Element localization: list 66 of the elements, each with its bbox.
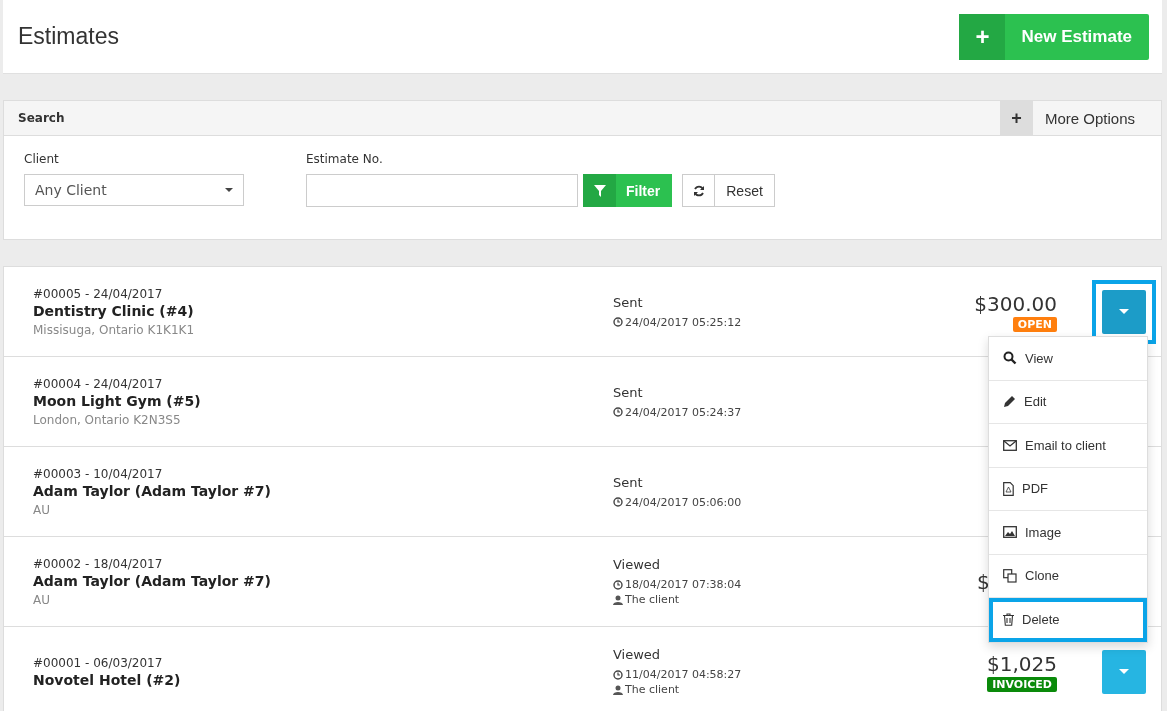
clock-icon xyxy=(613,497,623,507)
client-name[interactable]: Adam Taylor (Adam Taylor #7) xyxy=(33,572,613,589)
menu-item[interactable]: Image xyxy=(989,511,1147,555)
actions-dropdown-button[interactable] xyxy=(1102,649,1146,694)
clock-icon xyxy=(613,407,623,417)
menu-item[interactable]: Clone xyxy=(989,554,1147,598)
status-text: Sent xyxy=(613,294,643,310)
status-text: Sent xyxy=(613,474,643,490)
document-icon xyxy=(1003,481,1014,496)
client-name[interactable]: Adam Taylor (Adam Taylor #7) xyxy=(33,482,613,499)
client-address: AU xyxy=(33,592,51,607)
menu-item[interactable]: Delete xyxy=(989,598,1147,642)
client-label: Client xyxy=(24,152,60,166)
status-time: 11/04/2017 04:58:27 xyxy=(625,668,742,681)
clock-icon xyxy=(613,579,623,590)
actions-dropdown-button[interactable] xyxy=(1102,289,1146,334)
viewer-name: The client xyxy=(625,683,680,696)
search-icon xyxy=(1003,351,1017,366)
trash-icon xyxy=(1003,612,1014,626)
image-icon xyxy=(1003,526,1017,539)
clock-icon xyxy=(613,317,623,327)
estimate-number: #00002 - 18/04/2017 xyxy=(33,556,164,571)
caret-icon xyxy=(1119,308,1129,315)
more-options-button[interactable]: + More Options xyxy=(999,101,1161,135)
estimate-number: #00004 - 24/04/2017 xyxy=(33,376,164,391)
status-time: 24/04/2017 05:24:37 xyxy=(625,405,742,419)
menu-item[interactable]: PDF xyxy=(989,467,1147,511)
status-text: Viewed xyxy=(613,647,661,662)
reset-button[interactable]: Reset xyxy=(682,174,775,207)
client-name[interactable]: Moon Light Gym (#5) xyxy=(33,392,613,409)
estimate-number: #00005 - 24/04/2017 xyxy=(33,286,164,301)
pencil-icon xyxy=(1003,395,1016,409)
client-name[interactable]: Dentistry Clinic (#4) xyxy=(33,302,613,319)
status-time: 24/04/2017 05:25:12 xyxy=(625,315,742,329)
client-address: Missisuga, Ontario K1K1K1 xyxy=(33,322,196,337)
estimate-number: #00003 - 10/04/2017 xyxy=(33,466,164,481)
status-text: Sent xyxy=(613,384,643,400)
search-heading: Search xyxy=(17,111,65,125)
copy-icon xyxy=(1003,568,1017,583)
page-title: Estimates xyxy=(18,23,119,50)
client-select[interactable]: Any Client xyxy=(24,174,244,206)
estimate-amount: $1,025 xyxy=(987,651,1057,676)
status-text: Viewed xyxy=(613,557,661,572)
client-address: AU xyxy=(33,502,51,517)
menu-item[interactable]: View xyxy=(989,337,1147,381)
estimate-number: #00001 - 06/03/2017 xyxy=(33,655,164,670)
client-name[interactable]: Novotel Hotel (#2) xyxy=(33,671,613,688)
filter-icon xyxy=(593,184,606,197)
user-icon xyxy=(613,684,623,695)
viewer-name: The client xyxy=(625,593,680,606)
status-badge: OPEN xyxy=(1012,316,1057,332)
envelope-icon xyxy=(1003,439,1017,451)
estimate-number-label: Estimate No. xyxy=(306,152,384,166)
status-time: 24/04/2017 05:06:00 xyxy=(625,495,742,509)
estimate-amount: $300.00 xyxy=(974,291,1057,316)
client-address: London, Ontario K2N3S5 xyxy=(33,412,182,427)
caret-icon xyxy=(1119,668,1129,675)
estimate-number-field[interactable] xyxy=(306,174,578,207)
menu-item[interactable]: Edit xyxy=(989,380,1147,424)
user-icon xyxy=(613,594,623,605)
status-time: 18/04/2017 07:38:04 xyxy=(625,578,742,591)
status-badge: INVOICED xyxy=(987,676,1057,692)
refresh-icon xyxy=(692,184,705,197)
estimate-amount: $ xyxy=(977,569,990,594)
menu-item[interactable]: Email to client xyxy=(989,424,1147,468)
clock-icon xyxy=(613,669,623,680)
